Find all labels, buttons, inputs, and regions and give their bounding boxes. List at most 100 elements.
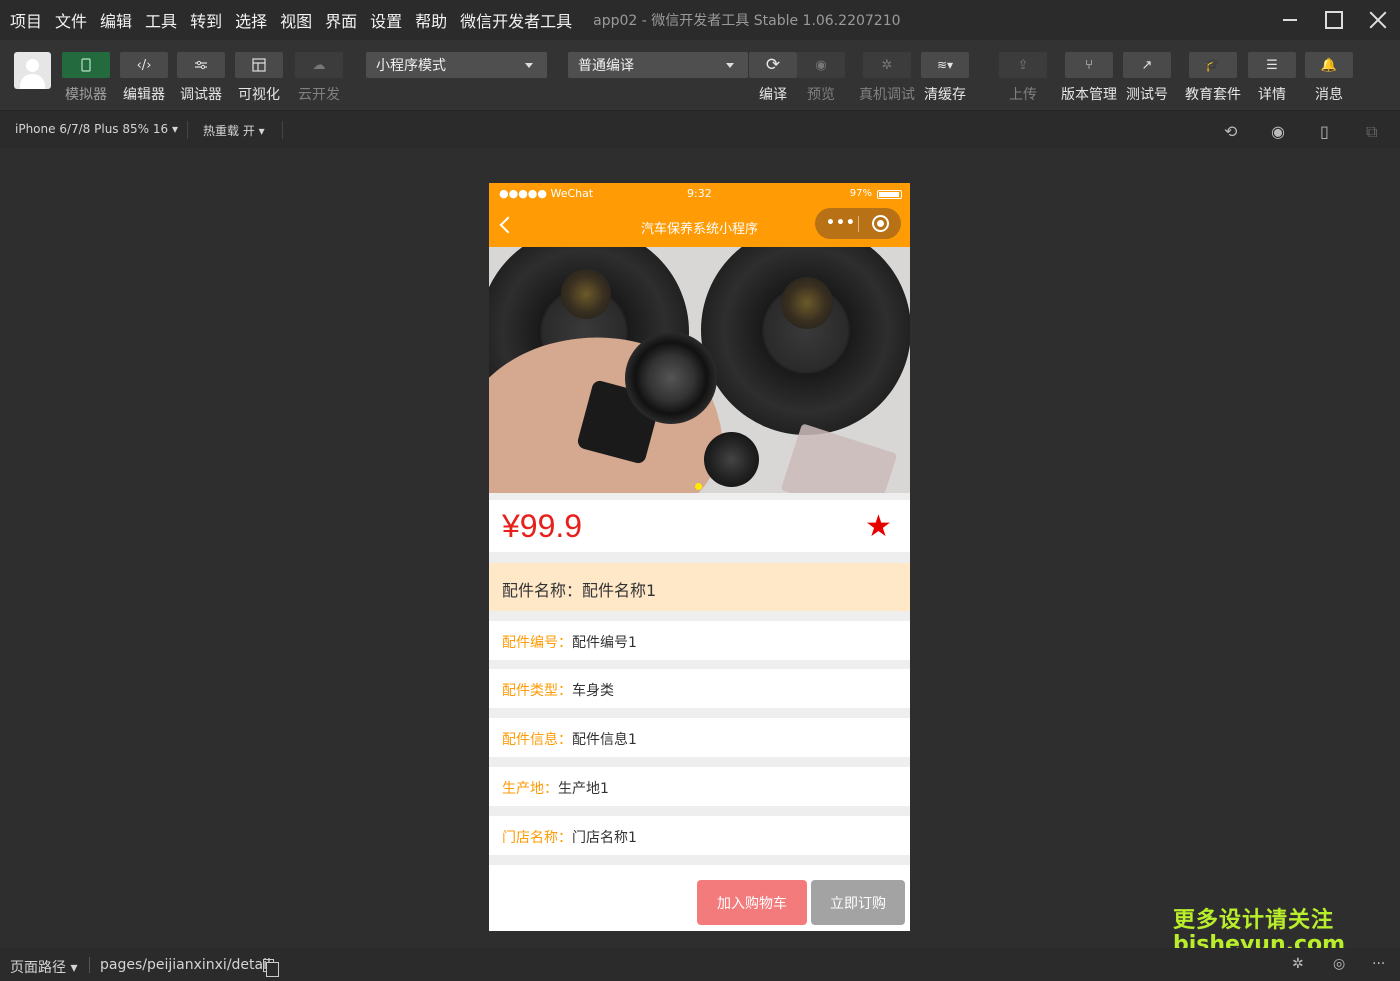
messages-button[interactable]: 🔔 消息	[1305, 52, 1353, 104]
preview-button[interactable]: ◉ 预览	[797, 52, 845, 104]
preview-label: 预览	[807, 87, 835, 103]
tweeter-image	[625, 332, 717, 424]
debugger-icon	[177, 52, 225, 78]
detail-value: 配件信息1	[572, 732, 637, 748]
detail-key: 生产地：	[502, 781, 558, 797]
simulator-label: 模拟器	[65, 87, 107, 103]
close-target-icon[interactable]	[872, 215, 889, 232]
menu-edit[interactable]: 编辑	[100, 8, 132, 32]
divider	[282, 121, 283, 139]
close-icon	[1369, 11, 1387, 29]
detail-row-text: 配件编号：配件编号1	[502, 632, 637, 652]
bug-icon[interactable]: ✲	[1292, 956, 1304, 972]
battery-icon	[877, 190, 902, 199]
menu-wechat-devtools[interactable]: 微信开发者工具	[460, 8, 572, 32]
upload-button[interactable]: ⇪ 上传	[999, 52, 1047, 104]
menu-help[interactable]: 帮助	[415, 8, 447, 32]
buy-now-button[interactable]: 立即订购	[811, 880, 905, 925]
editor-label: 编辑器	[123, 87, 165, 103]
external-link-icon: ↗	[1123, 52, 1171, 78]
edu-label: 教育套件	[1185, 87, 1241, 103]
avatar-head-icon	[26, 59, 39, 72]
window-title: app02 - 微信开发者工具 Stable 1.06.2207210	[593, 13, 901, 29]
simulator-button[interactable]: 模拟器	[62, 52, 110, 104]
mini-program-capsule: •••	[815, 208, 901, 239]
menu-view[interactable]: 视图	[280, 8, 312, 32]
speaker-image	[701, 247, 910, 435]
device-select[interactable]: iPhone 6/7/8 Plus 85% 16 ▾	[15, 122, 178, 136]
version-button[interactable]: ⑂ 版本管理	[1061, 52, 1117, 104]
messages-label: 消息	[1315, 87, 1343, 103]
part-name: 配件名称：配件名称1	[502, 581, 657, 600]
debugger-button[interactable]: 调试器	[177, 52, 225, 104]
mode-select-value: 小程序模式	[376, 58, 446, 74]
detail-row: 配件类型：车身类	[489, 669, 910, 708]
remote-debug-button[interactable]: ✲ 真机调试	[859, 52, 915, 104]
battery-percent: 97%	[849, 188, 872, 199]
simulator-screen: ●●●●● WeChat 9:32 97% 汽车保养系统小程序 ••• ¥99.…	[489, 183, 910, 931]
copy-icon[interactable]	[263, 959, 279, 977]
edu-button[interactable]: 🎓 教育套件	[1185, 52, 1241, 104]
more-icon[interactable]: •••	[826, 215, 856, 231]
swiper-indicator-active[interactable]	[695, 483, 702, 490]
minimize-icon	[1283, 19, 1297, 21]
menu-tools[interactable]: 工具	[145, 8, 177, 32]
menu-interface[interactable]: 界面	[325, 8, 357, 32]
compile-mode-select[interactable]: 普通编译	[568, 52, 748, 78]
product-price: ¥99.9	[502, 508, 583, 544]
eye-icon: ◉	[797, 52, 845, 78]
cloud-label: 云开发	[298, 87, 340, 103]
speaker-dustcap	[781, 277, 833, 329]
detail-value: 门店名称1	[572, 830, 637, 846]
hot-reload-toggle[interactable]: 热重载 开 ▾	[203, 122, 265, 139]
title-bar: 项目 文件 编辑 工具 转到 选择 视图 界面 设置 帮助 微信开发者工具 ap…	[0, 0, 1400, 40]
detail-row-text: 门店名称：门店名称1	[502, 827, 637, 847]
rotate-icon[interactable]: ⟲	[1224, 122, 1240, 141]
details-button[interactable]: ☰ 详情	[1248, 52, 1296, 104]
visual-button[interactable]: 可视化	[235, 52, 283, 104]
product-image-swiper[interactable]	[489, 247, 910, 493]
test-account-label: 测试号	[1126, 87, 1168, 103]
main-toolbar: 模拟器 ‹/› 编辑器 调试器 可视化 ☁ 云开发 小程序模式 普通编译 ⟳ 编…	[0, 40, 1400, 110]
phone-frame-icon[interactable]: ▯	[1320, 122, 1336, 141]
menu-settings[interactable]: 设置	[370, 8, 402, 32]
menu-select[interactable]: 选择	[235, 8, 267, 32]
cloud-button[interactable]: ☁ 云开发	[295, 52, 343, 104]
detail-value: 配件编号1	[572, 635, 637, 651]
tweeter-image	[704, 432, 759, 487]
detail-row-text: 生产地：生产地1	[502, 778, 609, 798]
upload-icon: ⇪	[999, 52, 1047, 78]
window-controls	[1268, 0, 1400, 40]
add-to-cart-button[interactable]: 加入购物车	[697, 880, 807, 925]
editor-button[interactable]: ‹/› 编辑器	[120, 52, 168, 104]
clear-cache-button[interactable]: ≋▾ 清缓存	[921, 52, 969, 104]
mode-select[interactable]: 小程序模式	[366, 52, 547, 78]
multi-window-icon[interactable]: ⧉	[1366, 122, 1382, 141]
phone-nav-bar: 汽车保养系统小程序 •••	[489, 205, 910, 247]
page-path-label[interactable]: 页面路径 ▾	[10, 957, 77, 977]
maximize-button[interactable]	[1312, 0, 1356, 40]
divider	[187, 121, 188, 139]
speaker-dustcap	[561, 269, 611, 319]
signal-indicator: ●●●●● WeChat	[499, 187, 594, 200]
menu-goto[interactable]: 转到	[190, 8, 222, 32]
detail-value: 车身类	[572, 683, 614, 699]
avatar[interactable]	[14, 52, 51, 89]
compile-button[interactable]: ⟳ 编译	[749, 52, 797, 104]
detail-key: 门店名称：	[502, 830, 572, 846]
menu-file[interactable]: 文件	[55, 8, 87, 32]
favorite-star-icon[interactable]: ★	[865, 512, 892, 542]
part-name-card: 配件名称：配件名称1	[489, 563, 910, 611]
bug-icon: ✲	[863, 52, 911, 78]
close-button[interactable]	[1356, 0, 1400, 40]
phone-status-bar: ●●●●● WeChat 9:32 97%	[489, 183, 910, 205]
eye-icon[interactable]: ◎	[1333, 956, 1345, 972]
detail-row: 门店名称：门店名称1	[489, 816, 910, 855]
more-icon[interactable]: ···	[1372, 956, 1385, 972]
minimize-button[interactable]	[1268, 0, 1312, 40]
menu-project[interactable]: 项目	[10, 8, 42, 32]
layers-icon: ≋▾	[921, 52, 969, 78]
record-icon[interactable]: ◉	[1271, 122, 1287, 141]
test-account-button[interactable]: ↗ 测试号	[1123, 52, 1171, 104]
detail-key: 配件类型：	[502, 683, 572, 699]
